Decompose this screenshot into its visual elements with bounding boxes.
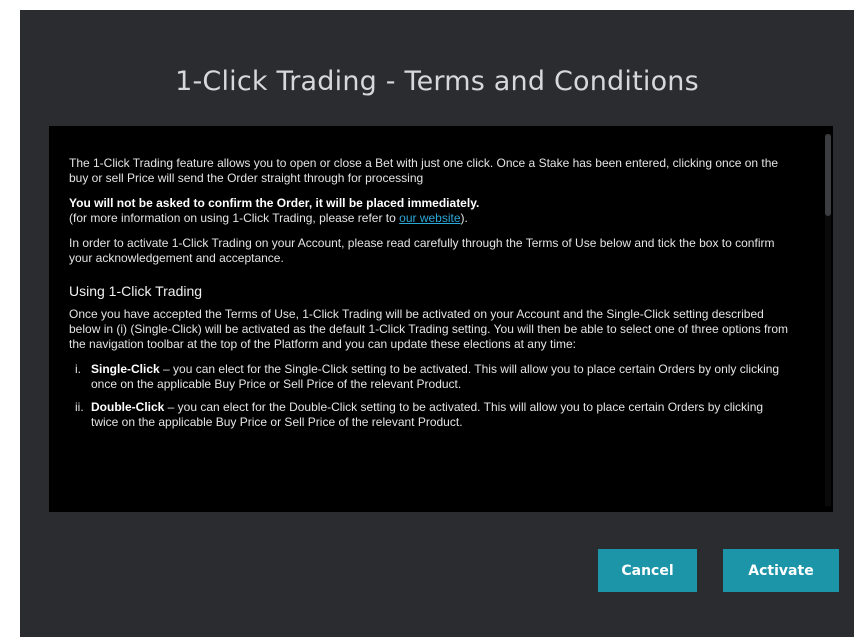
terms-scrollbar[interactable] (825, 134, 831, 506)
dialog-title: 1-Click Trading - Terms and Conditions (175, 66, 699, 97)
terms-info-suffix: ). (460, 211, 468, 225)
terms-warning: You will not be asked to confirm the Ord… (69, 196, 480, 210)
terms-scroll-area[interactable]: The 1-Click Trading feature allows you t… (49, 126, 833, 512)
terms-content: The 1-Click Trading feature allows you t… (69, 156, 791, 438)
list-numeral: ii. (75, 400, 84, 414)
scrollbar-thumb[interactable] (825, 134, 831, 216)
option-name: Double-Click (91, 400, 165, 414)
option-text: – you can elect for the Double-Click set… (91, 400, 764, 429)
section-heading: Using 1-Click Trading (69, 283, 203, 299)
terms-info-prefix: (for more information on using 1-Click T… (69, 211, 400, 225)
terms-intro: The 1-Click Trading feature allows you t… (69, 156, 779, 185)
terms-warning-block: You will not be asked to confirm the Ord… (69, 196, 791, 226)
list-numeral: i. (75, 362, 81, 376)
section-body: Once you have accepted the Terms of Use,… (69, 307, 789, 351)
terms-activate-instructions: In order to activate 1-Click Trading on … (69, 236, 775, 265)
click-options-list: i. Single-Click – you can elect for the … (69, 362, 791, 430)
activate-button[interactable]: Activate (723, 549, 839, 592)
our-website-link[interactable]: our website (399, 211, 460, 225)
terms-dialog: 1-Click Trading - Terms and Conditions T… (20, 10, 854, 637)
list-item: i. Single-Click – you can elect for the … (69, 362, 791, 392)
option-text: – you can elect for the Single-Click set… (91, 362, 780, 391)
list-item: ii. Double-Click – you can elect for the… (69, 400, 791, 430)
cancel-button[interactable]: Cancel (598, 549, 697, 592)
option-name: Single-Click (91, 362, 160, 376)
